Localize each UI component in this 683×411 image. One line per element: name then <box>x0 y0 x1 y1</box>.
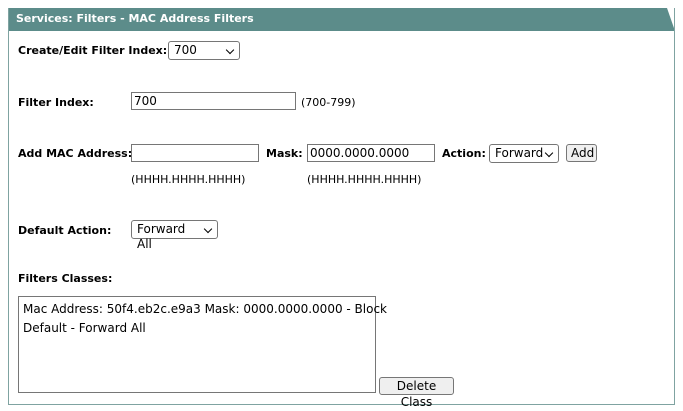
delete-class-button[interactable]: Delete Class <box>379 377 454 409</box>
default-action-select[interactable]: Forward All <box>131 220 218 251</box>
mac-format-hint: (HHHH.HHHH.HHHH) <box>131 173 246 186</box>
mask-label: Mask: <box>266 147 303 160</box>
filter-classes-label: Filters Classes: <box>18 272 113 285</box>
page-title: Services: Filters - MAC Address Filters <box>16 12 254 25</box>
create-edit-index-label: Create/Edit Filter Index: <box>18 44 168 57</box>
create-edit-index-select[interactable]: 700 <box>168 41 240 60</box>
create-edit-index-value: 700 <box>174 43 197 57</box>
chevron-down-icon <box>225 45 235 55</box>
filter-index-label: Filter Index: <box>18 96 94 109</box>
add-button[interactable]: Add <box>566 144 597 162</box>
action-select[interactable]: Forward <box>489 144 559 163</box>
filter-index-range-hint: (700-799) <box>301 96 356 109</box>
add-mac-label: Add MAC Address: <box>18 147 133 160</box>
action-label: Action: <box>442 147 486 160</box>
action-select-value: Forward <box>495 146 544 160</box>
chevron-down-icon <box>203 224 213 234</box>
chevron-down-icon <box>544 148 554 158</box>
list-item[interactable]: Mac Address: 50f4.eb2c.e9a3 Mask: 0000.0… <box>23 300 387 319</box>
filter-index-input[interactable]: 700 <box>131 92 296 110</box>
default-action-label: Default Action: <box>18 224 112 237</box>
mask-input[interactable]: 0000.0000.0000 <box>307 144 435 162</box>
list-item[interactable]: Default - Forward All <box>23 319 371 338</box>
filter-classes-list[interactable]: Mac Address: 50f4.eb2c.e9a3 Mask: 0000.0… <box>18 296 387 393</box>
mac-address-input[interactable] <box>131 144 259 162</box>
mask-format-hint: (HHHH.HHHH.HHHH) <box>307 173 422 186</box>
